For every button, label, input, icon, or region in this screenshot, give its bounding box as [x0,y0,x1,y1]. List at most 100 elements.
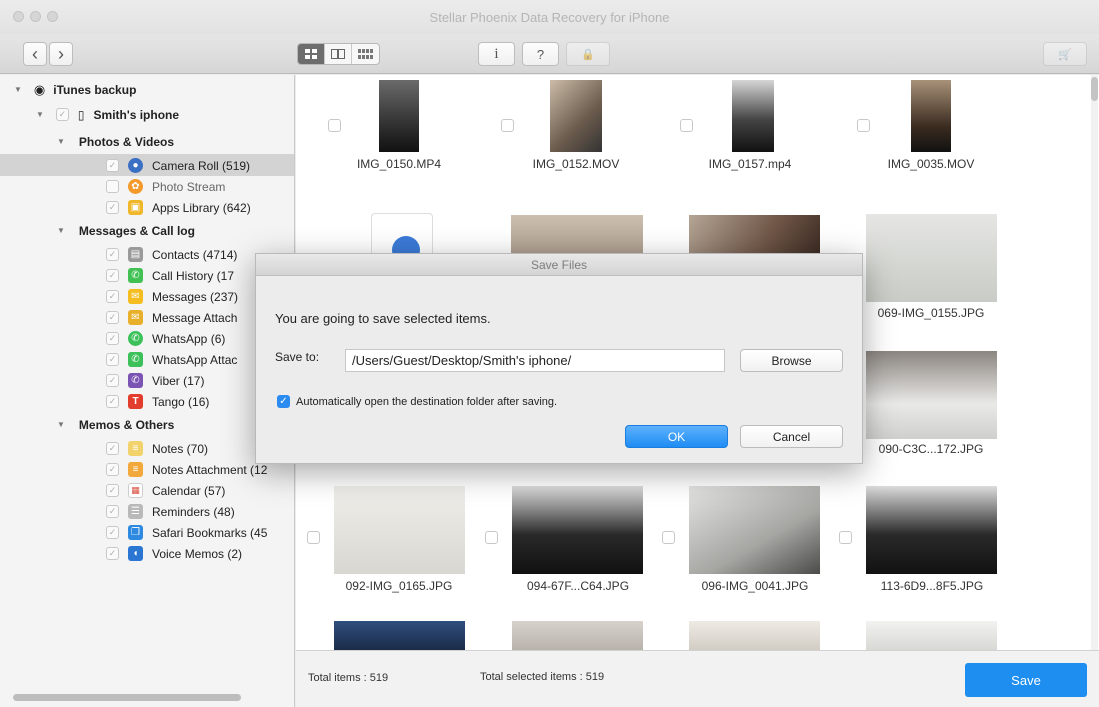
tree-item-photo-stream[interactable]: ✿ Photo Stream [106,176,225,197]
thumbnail-label: IMG_0035.MOV [887,157,975,171]
tree-item-notes[interactable]: ✓ ≡ Notes (70) [106,438,208,459]
item-checkbox[interactable] [662,531,675,544]
disclosure-triangle-icon[interactable]: ▼ [57,420,65,429]
calendar-icon: ▦ [128,483,143,498]
tree-item-tango[interactable]: ✓ T Tango (16) [106,391,209,412]
tree-item-label: WhatsApp (6) [152,331,226,346]
item-checkbox[interactable]: ✓ [106,463,119,476]
item-checkbox[interactable] [501,119,514,132]
item-checkbox[interactable]: ✓ [106,484,119,497]
info-icon: i [494,45,499,62]
item-checkbox[interactable]: ✓ [106,442,119,455]
item-checkbox[interactable]: ✓ [106,290,119,303]
item-checkbox[interactable]: ✓ [106,395,119,408]
tree-item-notes-attachment[interactable]: ✓ ≡ Notes Attachment (12 [106,459,267,480]
tree-item-messages[interactable]: ✓ ✉ Messages (237) [106,286,238,307]
item-checkbox[interactable]: ✓ [106,526,119,539]
lock-icon: 🔒 [581,48,595,61]
item-checkbox[interactable]: ✓ [106,201,119,214]
save-button[interactable]: Save [965,663,1087,697]
thumbnail-item[interactable] [334,621,465,650]
item-checkbox[interactable]: ✓ [106,547,119,560]
item-checkbox[interactable]: ✓ [106,248,119,261]
list-view-button[interactable] [352,44,379,64]
tree-item-label: Notes (70) [152,441,209,456]
info-button[interactable]: i [478,42,515,66]
disclosure-triangle-icon[interactable]: ▼ [57,226,65,235]
tree-item-whatsapp[interactable]: ✓ ✆ WhatsApp (6) [106,328,225,349]
tree-node-device[interactable]: ▼ ✓ ▯ Smith's iphone [36,104,179,125]
thumbnail-item[interactable] [512,621,643,650]
cart-button[interactable]: 🛒 [1043,42,1087,66]
item-checkbox[interactable]: ✓ [106,332,119,345]
tree-group-messages-call-log[interactable]: ▼ Messages & Call log [57,220,195,241]
tree-item-calendar[interactable]: ✓ ▦ Calendar (57) [106,480,225,501]
tree-item-voice-memos[interactable]: ✓ ◖ Voice Memos (2) [106,543,242,564]
item-checkbox[interactable] [839,531,852,544]
item-checkbox[interactable]: ✓ [106,269,119,282]
item-checkbox[interactable] [680,119,693,132]
video-thumbnail [732,80,774,152]
chevron-right-icon: › [58,43,64,64]
auto-open-checkbox[interactable]: ✓ [277,395,290,408]
back-button[interactable]: ‹ [23,42,47,66]
disclosure-triangle-icon[interactable]: ▼ [14,85,22,94]
item-checkbox[interactable]: ✓ [106,374,119,387]
tree-item-camera-roll[interactable]: ✓ ● Camera Roll (519) [106,155,250,176]
photo-thumbnail [334,486,465,574]
column-view-button[interactable] [325,44,352,64]
tree-group-label: Photos & Videos [78,134,175,149]
tree-node-itunes-backup[interactable]: ▼ ◉ iTunes backup [14,79,136,100]
grid-view-button[interactable] [298,44,325,64]
tree-item-reminders[interactable]: ✓ ☰ Reminders (48) [106,501,235,522]
browse-button[interactable]: Browse [740,349,843,372]
ok-button[interactable]: OK [625,425,728,448]
scrollbar-knob[interactable] [1091,77,1098,101]
tree-item-label: WhatsApp Attac [152,352,238,367]
thumbnail-label: IMG_0150.MP4 [356,157,442,171]
item-checkbox[interactable] [485,531,498,544]
tree-item-label: Notes Attachment (12 [152,462,268,477]
auto-open-option[interactable]: ✓ Automatically open the destination fol… [277,395,557,408]
tree-group-memos-others[interactable]: ▼ Memos & Others [57,414,174,435]
help-button[interactable]: ? [522,42,559,66]
tree-item-contacts[interactable]: ✓ ▤ Contacts (4714) [106,244,237,265]
cancel-button[interactable]: Cancel [740,425,843,448]
sidebar-horizontal-scrollbar[interactable] [13,694,241,701]
destination-path-field[interactable]: /Users/Guest/Desktop/Smith's iphone/ [345,349,725,372]
item-checkbox[interactable] [307,531,320,544]
tree-group-photos-videos[interactable]: ▼ Photos & Videos [57,131,174,152]
cart-icon: 🛒 [1058,48,1072,61]
item-checkbox[interactable] [328,119,341,132]
photo-thumbnail [866,351,997,439]
device-checkbox[interactable]: ✓ [55,108,69,121]
thumbnail-label: 094-67F...C64.JPG [526,579,630,593]
lock-button[interactable]: 🔒 [566,42,610,66]
tree-item-apps-library[interactable]: ✓ ▣ Apps Library (642) [106,197,251,218]
total-selected-count: Total selected items : 519 [480,671,605,683]
thumbnail-label: 092-IMG_0165.JPG [345,579,453,593]
tree-item-call-history[interactable]: ✓ ✆ Call History (17 [106,265,234,286]
tree-item-whatsapp-attachments[interactable]: ✓ ✆ WhatsApp Attac [106,349,237,370]
video-thumbnail [550,80,602,152]
tree-item-label: Viber (17) [152,373,205,388]
disclosure-triangle-icon[interactable]: ▼ [36,110,44,119]
content-vertical-scrollbar[interactable] [1091,75,1098,650]
thumbnail-item[interactable] [866,621,997,650]
item-checkbox[interactable]: ✓ [106,311,119,324]
envelope-icon: ✉ [128,289,143,304]
thumbnail-item[interactable] [689,621,820,650]
forward-button[interactable]: › [49,42,73,66]
item-checkbox[interactable] [857,119,870,132]
item-checkbox[interactable] [106,180,119,193]
item-checkbox[interactable]: ✓ [106,505,119,518]
tree-item-viber[interactable]: ✓ ✆ Viber (17) [106,370,204,391]
tree-item-message-attachments[interactable]: ✓ ✉ Message Attach [106,307,237,328]
item-checkbox[interactable]: ✓ [106,159,119,172]
tree-item-safari-bookmarks[interactable]: ✓ ❐ Safari Bookmarks (45 [106,522,267,543]
video-thumbnail [379,80,419,152]
item-checkbox[interactable]: ✓ [106,353,119,366]
whatsapp-attachment-icon: ✆ [128,352,143,367]
disclosure-triangle-icon[interactable]: ▼ [57,137,65,146]
thumbnail-label: 096-IMG_0041.JPG [701,579,809,593]
